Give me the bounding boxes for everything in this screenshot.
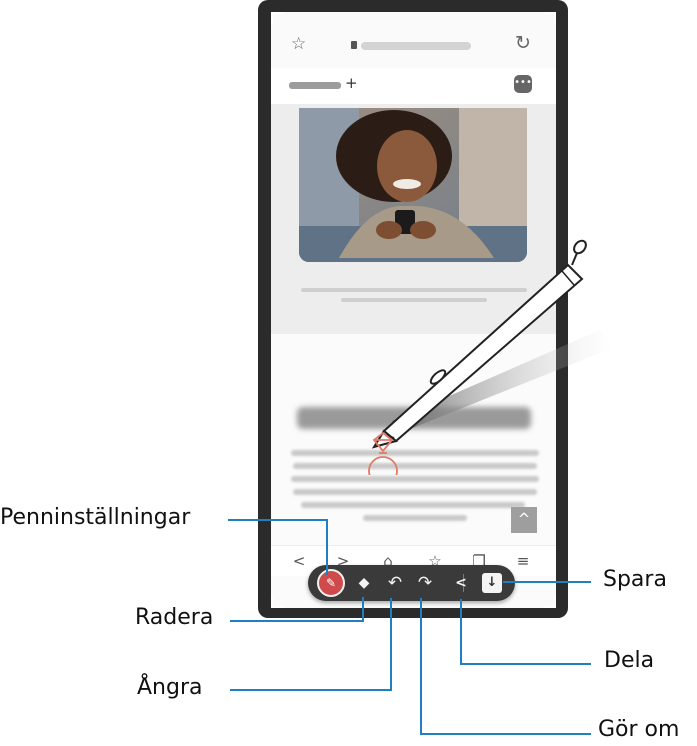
undo-label: Ångra <box>137 675 203 700</box>
share-callout-line <box>460 599 591 665</box>
callout-lines <box>228 519 591 735</box>
pen-settings-callout-line <box>228 519 328 575</box>
redo-callout-line <box>420 598 591 735</box>
pen-settings-label: Penninställningar <box>0 505 191 530</box>
redo-label: Gör om <box>598 717 680 742</box>
share-label: Dela <box>604 648 655 673</box>
eraser-callout-line <box>230 597 364 622</box>
undo-callout-line <box>230 598 392 691</box>
save-label: Spara <box>603 567 667 592</box>
eraser-label: Radera <box>135 605 214 630</box>
